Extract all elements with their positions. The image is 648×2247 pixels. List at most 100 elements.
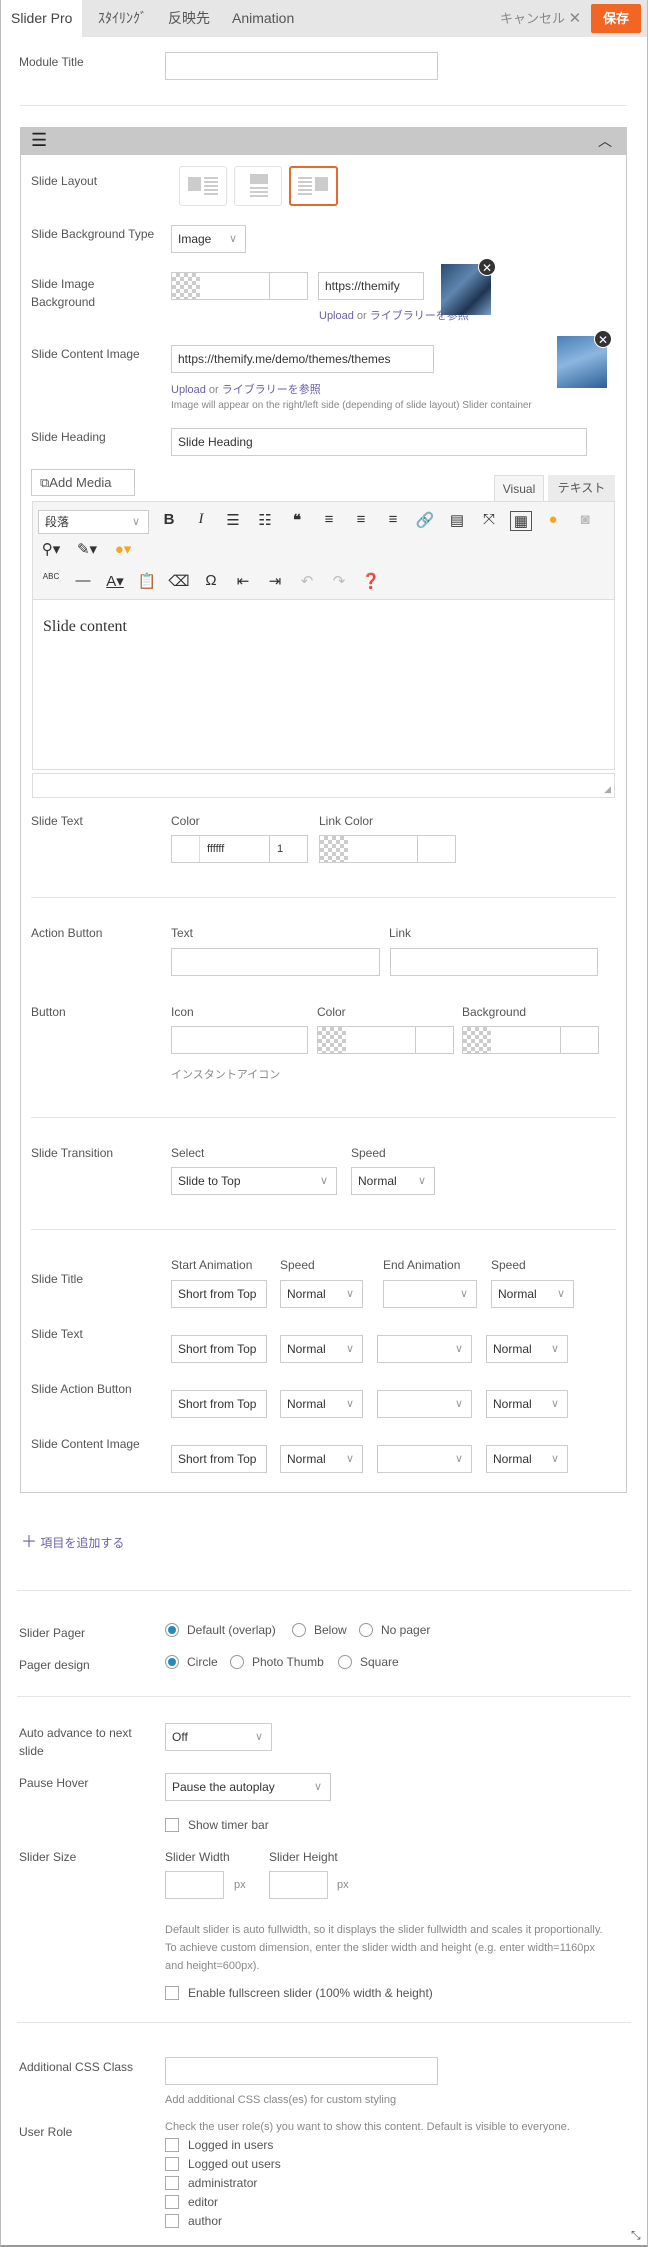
layout-image-left[interactable] xyxy=(179,166,227,206)
clear-format-icon[interactable]: ⌫ xyxy=(168,572,190,590)
paste-text-icon[interactable]: 📋 xyxy=(136,572,158,590)
button-icon-input[interactable] xyxy=(171,1026,308,1054)
layout-image-top[interactable] xyxy=(234,166,282,206)
content-image-url-input[interactable]: https://themify.me/demo/themes/themes xyxy=(171,345,434,373)
auto-advance-select[interactable]: Off xyxy=(165,1723,272,1751)
action-link-input[interactable] xyxy=(390,948,598,976)
end-animation-select[interactable] xyxy=(377,1390,472,1418)
map-pin-icon[interactable]: ⚲▾ xyxy=(40,540,62,558)
slider-height-input[interactable] xyxy=(269,1871,328,1899)
user-role-checkbox[interactable] xyxy=(165,2176,179,2190)
user-role-checkbox[interactable] xyxy=(165,2157,179,2171)
css-class-input[interactable] xyxy=(165,2057,438,2085)
bg-type-select[interactable]: Image xyxy=(171,225,246,253)
slide-item-header[interactable] xyxy=(20,127,627,155)
start-speed-select[interactable]: Normal xyxy=(280,1445,363,1473)
align-left-icon[interactable]: ≡ xyxy=(318,511,340,531)
tab-slider-pro[interactable]: Slider Pro xyxy=(1,0,83,37)
color-swatch[interactable] xyxy=(318,1027,346,1053)
slider-width-input[interactable] xyxy=(165,1871,224,1899)
outdent-icon[interactable]: ⇤ xyxy=(232,572,254,590)
read-more-icon[interactable]: ▤ xyxy=(446,511,468,531)
align-right-icon[interactable]: ≡ xyxy=(382,511,404,531)
shortcode-icon[interactable]: ✎▾ xyxy=(76,540,98,558)
pager-radio[interactable] xyxy=(165,1623,179,1637)
bg-color-input[interactable] xyxy=(171,272,308,300)
editor-content-area[interactable]: Slide content xyxy=(32,600,615,770)
special-char-icon[interactable]: Ω xyxy=(200,572,222,590)
resize-handle-icon[interactable]: ◢ xyxy=(604,784,611,795)
drag-handle-icon[interactable]: ☰ xyxy=(31,130,47,151)
color-swatch[interactable] xyxy=(172,836,200,862)
tab-styling[interactable]: ｽﾀｲﾘﾝｸﾞ xyxy=(88,0,157,37)
start-animation-select[interactable]: Short from Top xyxy=(171,1445,267,1473)
indent-icon[interactable]: ⇥ xyxy=(264,572,286,590)
end-animation-select[interactable] xyxy=(377,1335,472,1363)
start-animation-select[interactable]: Short from Top xyxy=(171,1280,267,1308)
pause-hover-select[interactable]: Pause the autoplay xyxy=(165,1773,331,1801)
color-swatch[interactable] xyxy=(320,836,348,862)
show-timer-checkbox[interactable] xyxy=(165,1818,179,1832)
tab-visual[interactable]: Visual xyxy=(494,475,544,502)
pager-design-radio[interactable] xyxy=(230,1655,244,1669)
italic-icon[interactable]: I xyxy=(190,511,212,531)
start-speed-select[interactable]: Normal xyxy=(280,1390,363,1418)
pager-radio[interactable] xyxy=(359,1623,373,1637)
end-speed-select[interactable]: Normal xyxy=(486,1335,568,1363)
fullscreen-checkbox[interactable] xyxy=(165,1986,179,2000)
transition-select[interactable]: Slide to Top xyxy=(171,1167,337,1195)
panel-resize-icon[interactable]: ⤡ xyxy=(631,2228,641,2243)
tab-visibility[interactable]: 反映先 xyxy=(158,0,220,37)
upload-link[interactable]: Upload xyxy=(171,384,206,396)
remove-bg-image-icon[interactable]: ✕ xyxy=(478,258,496,276)
library-link[interactable]: ライブラリーを参照 xyxy=(222,384,321,396)
remove-content-image-icon[interactable]: ✕ xyxy=(594,330,612,348)
user-role-checkbox[interactable] xyxy=(165,2214,179,2228)
numbered-list-icon[interactable]: ☷ xyxy=(254,511,276,531)
tab-text[interactable]: テキスト xyxy=(548,475,615,502)
action-text-input[interactable] xyxy=(171,948,380,976)
text-color-input[interactable]: ffffff 1 xyxy=(171,835,308,863)
text-color-icon[interactable]: A▾ xyxy=(104,572,126,590)
bg-image-url-input[interactable]: https://themify xyxy=(318,272,424,300)
color-swatch[interactable] xyxy=(463,1027,491,1053)
undo-icon[interactable]: ↶ xyxy=(296,572,318,590)
pager-design-radio[interactable] xyxy=(338,1655,352,1669)
help-icon[interactable]: ❓ xyxy=(360,572,382,590)
emoji-icon[interactable]: ● xyxy=(542,511,564,531)
user-role-checkbox[interactable] xyxy=(165,2195,179,2209)
end-speed-select[interactable]: Normal xyxy=(486,1445,568,1473)
bullet-list-icon[interactable]: ☰ xyxy=(222,511,244,531)
color-opacity[interactable]: 1 xyxy=(277,836,283,862)
transition-speed-select[interactable]: Normal xyxy=(351,1167,435,1195)
end-animation-select[interactable] xyxy=(383,1280,477,1308)
link-color-input[interactable] xyxy=(319,835,456,863)
color-swatch[interactable] xyxy=(172,273,200,299)
pager-radio[interactable] xyxy=(292,1623,306,1637)
horizontal-line-icon[interactable]: — xyxy=(72,572,94,590)
cancel-button[interactable]: キャンセル ✕ xyxy=(500,8,581,27)
user-role-checkbox[interactable] xyxy=(165,2138,179,2152)
blockquote-icon[interactable]: ❝ xyxy=(286,511,308,531)
end-speed-select[interactable]: Normal xyxy=(491,1280,574,1308)
start-speed-select[interactable]: Normal xyxy=(280,1335,363,1363)
button-color-input[interactable] xyxy=(317,1026,454,1054)
tab-animation[interactable]: Animation xyxy=(222,0,304,37)
instant-icon-link[interactable]: インスタントアイコン xyxy=(171,1066,280,1082)
start-speed-select[interactable]: Normal xyxy=(280,1280,363,1308)
redo-icon[interactable]: ↷ xyxy=(328,572,350,590)
start-animation-select[interactable]: Short from Top xyxy=(171,1390,267,1418)
add-item-button[interactable]: ＋ 項目を追加する xyxy=(21,1528,124,1552)
camera-icon[interactable]: ◙ xyxy=(574,511,596,531)
format-select[interactable]: 段落 xyxy=(38,510,149,534)
add-media-button[interactable]: ⧉Add Media xyxy=(31,469,135,496)
save-button[interactable]: 保存 xyxy=(591,4,641,33)
fullscreen-icon[interactable]: ⤧ xyxy=(478,511,500,531)
emoji-menu-icon[interactable]: ●▾ xyxy=(112,540,134,558)
collapse-chevron-icon[interactable]: ︿ xyxy=(598,131,612,151)
upload-link[interactable]: Upload xyxy=(319,310,354,322)
toolbar-toggle-icon[interactable]: ▦ xyxy=(510,511,532,531)
start-animation-select[interactable]: Short from Top xyxy=(171,1335,267,1363)
end-animation-select[interactable] xyxy=(377,1445,472,1473)
slide-heading-input[interactable]: Slide Heading xyxy=(171,428,587,456)
